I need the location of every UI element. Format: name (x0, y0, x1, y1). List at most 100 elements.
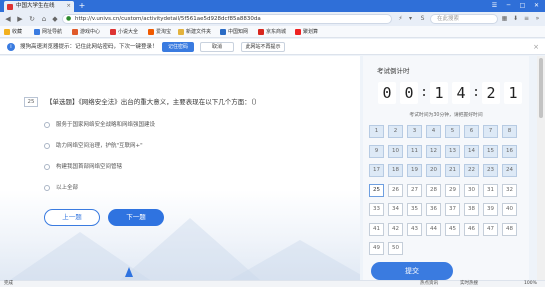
question-nav-cell[interactable]: 11 (407, 144, 422, 158)
never-remind-button[interactable]: 此网站不再提示 (241, 42, 285, 52)
save-password-button[interactable]: 记住密码 (162, 42, 194, 52)
question-nav-cell[interactable]: 22 (464, 164, 479, 177)
download-icon[interactable]: ⬇ (511, 14, 520, 24)
bookmark-item[interactable]: 小说大全 (110, 26, 138, 38)
skin-icon[interactable]: ☰ (488, 0, 501, 12)
question-nav-cell[interactable]: 31 (483, 183, 498, 197)
question-nav-cell[interactable]: 48 (502, 222, 517, 236)
question-nav-cell[interactable]: 38 (464, 203, 479, 216)
close-prompt-icon[interactable]: × (531, 42, 541, 52)
minimize-button[interactable]: ─ (502, 0, 515, 12)
question-nav-cell[interactable]: 21 (445, 164, 460, 177)
question-nav-cell[interactable]: 4 (426, 125, 441, 138)
option-a[interactable]: 服务于国家网络安全战略和网络强国建设 (44, 120, 155, 130)
bookmark-item[interactable]: 网址导航 (34, 26, 62, 38)
question-nav-cell[interactable]: 1 (369, 125, 384, 138)
browser-tab[interactable]: 中国大学生在线 × (4, 1, 74, 12)
bolt-icon[interactable]: ⚡ (396, 14, 405, 24)
status-item[interactable]: 实时热搜 (460, 281, 478, 287)
search-input[interactable]: 在此搜索 (430, 14, 498, 24)
bookmark-item[interactable]: 收藏 (4, 26, 22, 38)
new-tab-button[interactable]: + (77, 0, 87, 12)
option-d[interactable]: 以上全部 (44, 183, 78, 193)
radio-icon[interactable] (44, 185, 50, 191)
shield-icon[interactable]: ◆ (50, 13, 60, 25)
question-nav-cell[interactable]: 27 (407, 183, 422, 197)
question-nav-cell[interactable]: 26 (388, 183, 403, 197)
search-engine-icon[interactable]: S (418, 14, 427, 24)
question-nav-cell[interactable]: 33 (369, 203, 384, 216)
radio-icon[interactable] (44, 143, 50, 149)
question-nav-cell[interactable]: 35 (407, 203, 422, 216)
question-nav-cell[interactable]: 49 (369, 242, 384, 255)
back-icon[interactable]: ◀ (3, 13, 13, 25)
question-nav-cell[interactable]: 36 (426, 203, 441, 216)
extensions-icon[interactable]: ▦ (500, 14, 509, 24)
bookmark-item[interactable]: 京东商城 (258, 26, 286, 38)
submit-button[interactable]: 提交 (371, 262, 453, 280)
bookmark-item[interactable]: 新建文件夹 (178, 26, 211, 38)
prev-question-button[interactable]: 上一题 (44, 209, 100, 226)
close-tab-icon[interactable]: × (66, 1, 71, 12)
scrollbar-thumb[interactable] (539, 58, 543, 118)
question-nav-cell[interactable]: 42 (388, 222, 403, 236)
next-question-button[interactable]: 下一题 (108, 209, 164, 226)
bookmark-item[interactable]: 游戏中心 (72, 26, 100, 38)
question-nav-cell[interactable]: 10 (388, 144, 403, 158)
question-nav-cell[interactable]: 14 (464, 144, 479, 158)
question-nav-cell[interactable]: 19 (407, 164, 422, 177)
option-c[interactable]: 构建我国首部网络空间管辖 (44, 162, 122, 172)
radio-icon[interactable] (44, 122, 50, 128)
question-nav-cell[interactable]: 46 (464, 222, 479, 236)
menu-icon[interactable]: ≡ (522, 14, 531, 24)
question-nav-cell[interactable]: 43 (407, 222, 422, 236)
question-nav-cell[interactable]: 7 (483, 125, 498, 138)
bookmark-item[interactable]: 聚划算 (295, 26, 318, 38)
question-nav-cell[interactable]: 39 (483, 203, 498, 216)
close-window-button[interactable]: ✕ (530, 0, 543, 12)
refresh-icon[interactable]: ↻ (27, 13, 37, 25)
question-nav-cell[interactable]: 25 (369, 183, 384, 197)
question-nav-cell[interactable]: 5 (445, 125, 460, 138)
question-nav-cell[interactable]: 37 (445, 203, 460, 216)
question-nav-cell[interactable]: 15 (483, 144, 498, 158)
scrollbar[interactable] (537, 56, 545, 280)
url-input[interactable]: ● http://v.univs.cn/custom/activitydetai… (62, 14, 392, 24)
question-nav-cell[interactable]: 20 (426, 164, 441, 177)
question-nav-cell[interactable]: 47 (483, 222, 498, 236)
question-nav-cell[interactable]: 30 (464, 183, 479, 197)
question-nav-cell[interactable]: 9 (369, 144, 384, 158)
question-nav-cell[interactable]: 34 (388, 203, 403, 216)
question-nav-cell[interactable]: 28 (426, 183, 441, 197)
question-nav-cell[interactable]: 8 (502, 125, 517, 138)
question-nav-cell[interactable]: 12 (426, 144, 441, 158)
zoom-level[interactable]: 100% (524, 281, 537, 287)
question-nav-cell[interactable]: 18 (388, 164, 403, 177)
question-nav-cell[interactable]: 29 (445, 183, 460, 197)
question-nav-cell[interactable]: 44 (426, 222, 441, 236)
question-nav-cell[interactable]: 50 (388, 242, 403, 255)
question-nav-cell[interactable]: 6 (464, 125, 479, 138)
bookmark-item[interactable]: 中国知网 (220, 26, 248, 38)
question-nav-cell[interactable]: 23 (483, 164, 498, 177)
cancel-button[interactable]: 取消 (200, 42, 234, 52)
option-b[interactable]: 助力网络空间治理，护航"互联网+" (44, 141, 143, 151)
bookmark-item[interactable]: 爱淘宝 (148, 26, 171, 38)
more-icon[interactable]: » (533, 14, 542, 24)
question-nav-cell[interactable]: 16 (502, 144, 517, 158)
forward-icon[interactable]: ▶ (15, 13, 25, 25)
maximize-button[interactable]: □ (516, 0, 529, 12)
question-nav-cell[interactable]: 2 (388, 125, 403, 138)
question-nav-cell[interactable]: 45 (445, 222, 460, 236)
question-nav-cell[interactable]: 24 (502, 164, 517, 177)
status-item[interactable]: 热点资讯 (420, 281, 438, 287)
question-nav-cell[interactable]: 40 (502, 203, 517, 216)
home-icon[interactable]: ⌂ (39, 13, 49, 25)
radio-icon[interactable] (44, 164, 50, 170)
question-nav-cell[interactable]: 13 (445, 144, 460, 158)
question-nav-cell[interactable]: 41 (369, 222, 384, 236)
dropdown-icon[interactable]: ▾ (406, 14, 415, 24)
question-nav-cell[interactable]: 32 (502, 183, 517, 197)
question-nav-cell[interactable]: 17 (369, 164, 384, 177)
question-nav-cell[interactable]: 3 (407, 125, 422, 138)
